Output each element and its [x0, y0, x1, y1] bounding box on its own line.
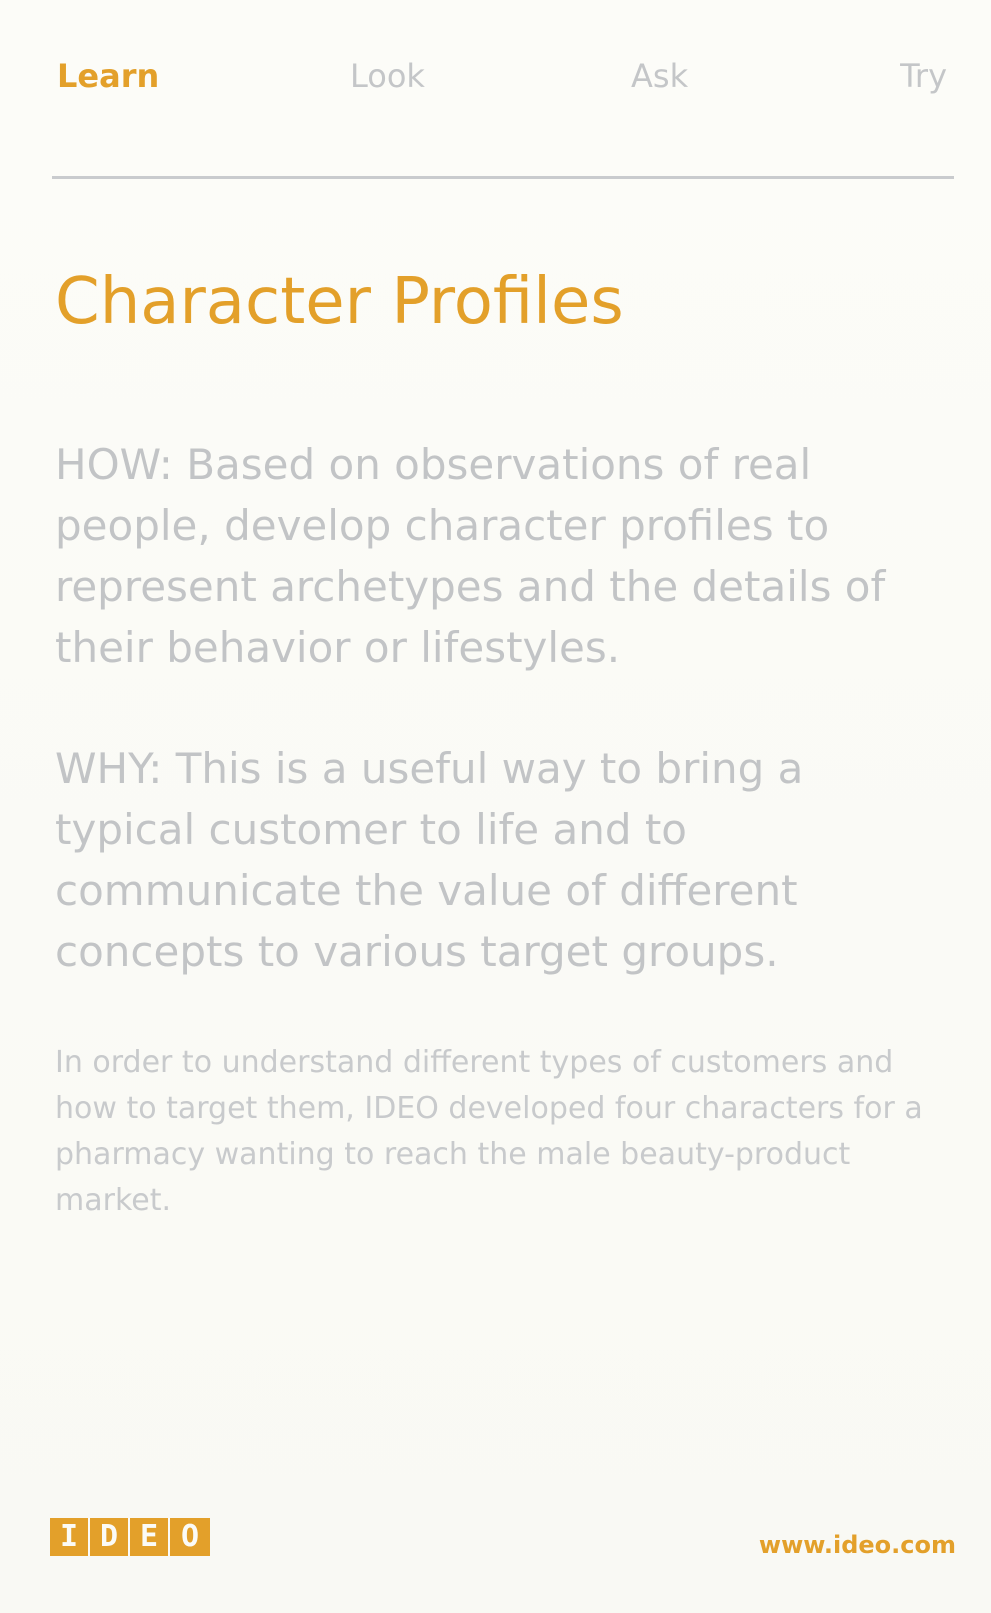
category-tabs: Learn Look Ask Try: [57, 52, 947, 100]
logo-letter-e: E: [130, 1518, 170, 1556]
website-link[interactable]: www.ideo.com: [759, 1530, 956, 1560]
example-paragraph: In order to understand different types o…: [55, 1045, 923, 1218]
ideo-logo: I D E O: [50, 1518, 210, 1556]
logo-letter-i: I: [50, 1518, 90, 1556]
header-divider: [52, 176, 954, 179]
tab-learn[interactable]: Learn: [57, 52, 159, 100]
tab-look[interactable]: Look: [350, 52, 425, 100]
why-paragraph: WHY: This is a useful way to bring a typ…: [55, 744, 804, 976]
logo-letter-d: D: [90, 1518, 130, 1556]
tab-try[interactable]: Try: [900, 52, 947, 100]
method-card: Learn Look Ask Try Character Profiles HO…: [0, 0, 991, 1613]
tab-ask[interactable]: Ask: [631, 52, 688, 100]
how-paragraph: HOW: Based on observations of real peopl…: [55, 440, 886, 672]
page-title: Character Profiles: [55, 265, 624, 339]
logo-letter-o: O: [170, 1518, 210, 1556]
